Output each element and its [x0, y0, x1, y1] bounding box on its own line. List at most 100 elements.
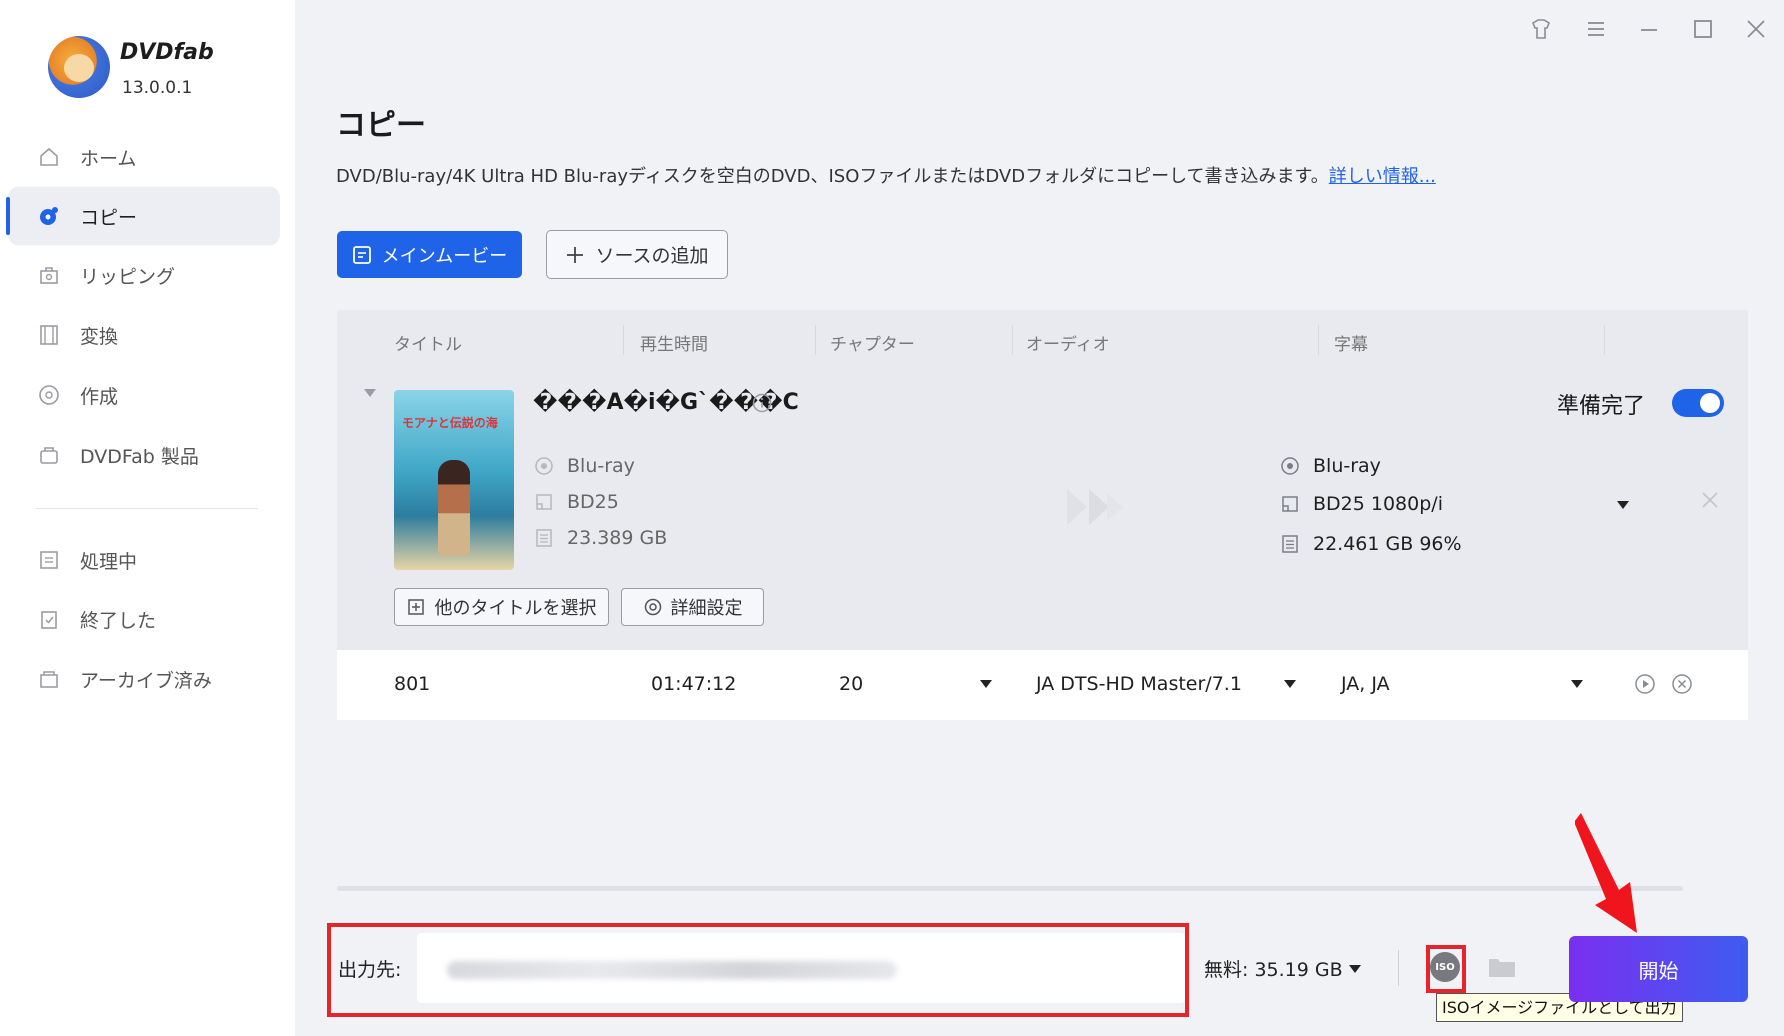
column-header-duration: 再生時間 — [640, 335, 708, 355]
sidebar-item-label: DVDFab 製品 — [80, 445, 199, 468]
source-size: 23.389 GB — [533, 527, 667, 549]
sidebar-divider — [36, 508, 258, 509]
sidebar-item-finished[interactable]: 終了した — [8, 590, 280, 648]
page-title: コピー — [336, 108, 426, 143]
column-header-subtitles: 字幕 — [1334, 335, 1368, 355]
sidebar-item-ripping[interactable]: リッピング — [8, 246, 280, 304]
disc-icon — [533, 455, 555, 477]
size-icon — [533, 527, 555, 549]
close-icon[interactable] — [1741, 14, 1771, 44]
sidebar-item-label: ホーム — [80, 147, 137, 170]
sidebar-item-label: リッピング — [80, 265, 176, 288]
sidebar-item-copy[interactable]: コピー — [6, 187, 280, 245]
sidebar-item-archived[interactable]: アーカイブ済み — [8, 650, 280, 708]
main-movie-button[interactable]: メインムービー — [337, 231, 522, 278]
horizontal-scrollbar[interactable] — [337, 886, 1683, 891]
gear-icon — [644, 598, 661, 616]
sidebar-item-label: コピー — [80, 206, 138, 229]
source-disc-type-label: Blu-ray — [567, 455, 635, 477]
info-icon[interactable] — [752, 393, 772, 417]
sidebar-item-label: 処理中 — [80, 550, 138, 573]
source-size-label: 23.389 GB — [567, 527, 668, 549]
maximize-icon[interactable] — [1688, 14, 1718, 44]
dvdfab-logo — [48, 36, 110, 98]
skin-icon[interactable] — [1526, 14, 1556, 44]
sidebar-item-processing[interactable]: 処理中 — [8, 531, 280, 589]
processing-icon — [38, 549, 60, 571]
sidebar-item-convert[interactable]: 変換 — [8, 306, 280, 364]
sidebar-item-label: 変換 — [80, 325, 119, 348]
select-title-icon — [407, 599, 424, 615]
remove-title-icon[interactable] — [1700, 490, 1720, 514]
free-space-label: 無料: 35.19 GB — [1204, 959, 1343, 981]
ready-toggle[interactable] — [1672, 389, 1724, 417]
ready-label: 準備完了 — [1557, 394, 1646, 419]
poster-title: モアナと伝説の海 — [402, 416, 498, 430]
source-disc-type: Blu-ray — [533, 455, 635, 477]
audio-dropdown-icon[interactable] — [1284, 680, 1296, 688]
column-separator — [815, 325, 816, 355]
finished-icon — [38, 608, 60, 630]
chapters-dropdown-icon[interactable] — [980, 680, 992, 688]
play-icon[interactable] — [1634, 673, 1656, 699]
sidebar-item-home[interactable]: ホーム — [8, 128, 280, 186]
sidebar-item-products[interactable]: DVDFab 製品 — [8, 426, 280, 484]
track-chapters[interactable]: 20 — [839, 673, 863, 695]
track-audio[interactable]: JA DTS-HD Master/7.1 — [1036, 673, 1242, 695]
home-icon — [38, 146, 60, 168]
column-separator — [1604, 325, 1605, 355]
film-icon — [38, 324, 60, 346]
source-format-label: BD25 — [567, 491, 619, 513]
main-movie-label: メインムービー — [381, 245, 508, 267]
output-size: 22.461 GB 96% — [1279, 533, 1462, 555]
sidebar-item-label: アーカイブ済み — [80, 669, 212, 692]
menu-icon[interactable] — [1581, 14, 1611, 44]
column-header-title: タイトル — [394, 335, 462, 355]
track-subtitles[interactable]: JA, JA — [1341, 673, 1390, 695]
output-disc-type: Blu-ray — [1279, 455, 1381, 477]
output-disc-type-label: Blu-ray — [1313, 455, 1381, 477]
collapse-arrow-icon[interactable] — [364, 389, 376, 397]
free-space-selector[interactable]: 無料: 35.19 GB — [1204, 955, 1361, 982]
column-header-audio: オーディオ — [1026, 335, 1110, 355]
brand-name: DVDfab — [120, 40, 214, 65]
output-format[interactable]: BD25 1080p/i — [1279, 493, 1443, 515]
free-space-dropdown-icon — [1348, 964, 1361, 973]
description-text: DVD/Blu-ray/4K Ultra HD Blu-rayディスクを空白のD… — [336, 166, 1329, 187]
track-duration: 01:47:12 — [651, 673, 737, 695]
column-header-chapters: チャプター — [830, 335, 915, 355]
add-source-label: ソースの追加 — [595, 245, 709, 267]
archive-icon — [38, 668, 60, 690]
red-arrow-annotation — [1574, 810, 1645, 939]
conversion-arrow-icon — [1063, 485, 1129, 533]
folder-icon[interactable] — [1488, 955, 1516, 983]
column-separator — [623, 325, 624, 355]
copy-disc-icon — [38, 205, 60, 227]
size-icon — [1279, 533, 1301, 555]
subtitles-dropdown-icon[interactable] — [1571, 680, 1583, 688]
app-version: 13.0.0.1 — [122, 78, 193, 98]
sidebar: DVDfab 13.0.0.1 ホーム コピー リッピング 変換 作成 DVDF… — [0, 0, 295, 1036]
sidebar-item-create[interactable]: 作成 — [8, 366, 280, 424]
sidebar-item-label: 作成 — [80, 385, 119, 408]
select-other-title-button[interactable]: 他のタイトルを選択 — [394, 588, 609, 626]
disc-icon — [1279, 455, 1301, 477]
format-icon — [1279, 493, 1301, 515]
remove-track-icon[interactable] — [1671, 673, 1693, 699]
advanced-settings-label: 詳細設定 — [670, 598, 743, 619]
add-source-button[interactable]: ソースの追加 — [546, 230, 728, 279]
output-format-dropdown-icon[interactable] — [1617, 501, 1629, 509]
track-title: 801 — [394, 673, 431, 695]
movie-poster: モアナと伝説の海 — [394, 390, 514, 570]
format-icon — [533, 491, 555, 513]
start-button[interactable]: 開始 — [1569, 936, 1748, 1002]
output-size-label: 22.461 GB 96% — [1313, 533, 1462, 555]
output-format-label: BD25 1080p/i — [1313, 493, 1443, 515]
column-separator — [1318, 325, 1319, 355]
advanced-settings-button[interactable]: 詳細設定 — [621, 588, 764, 626]
more-info-link[interactable]: 詳しい情報... — [1329, 166, 1436, 187]
main-movie-icon — [352, 245, 371, 264]
select-other-title-label: 他のタイトルを選択 — [434, 598, 597, 619]
plus-icon — [567, 246, 584, 263]
minimize-icon[interactable] — [1634, 14, 1664, 44]
